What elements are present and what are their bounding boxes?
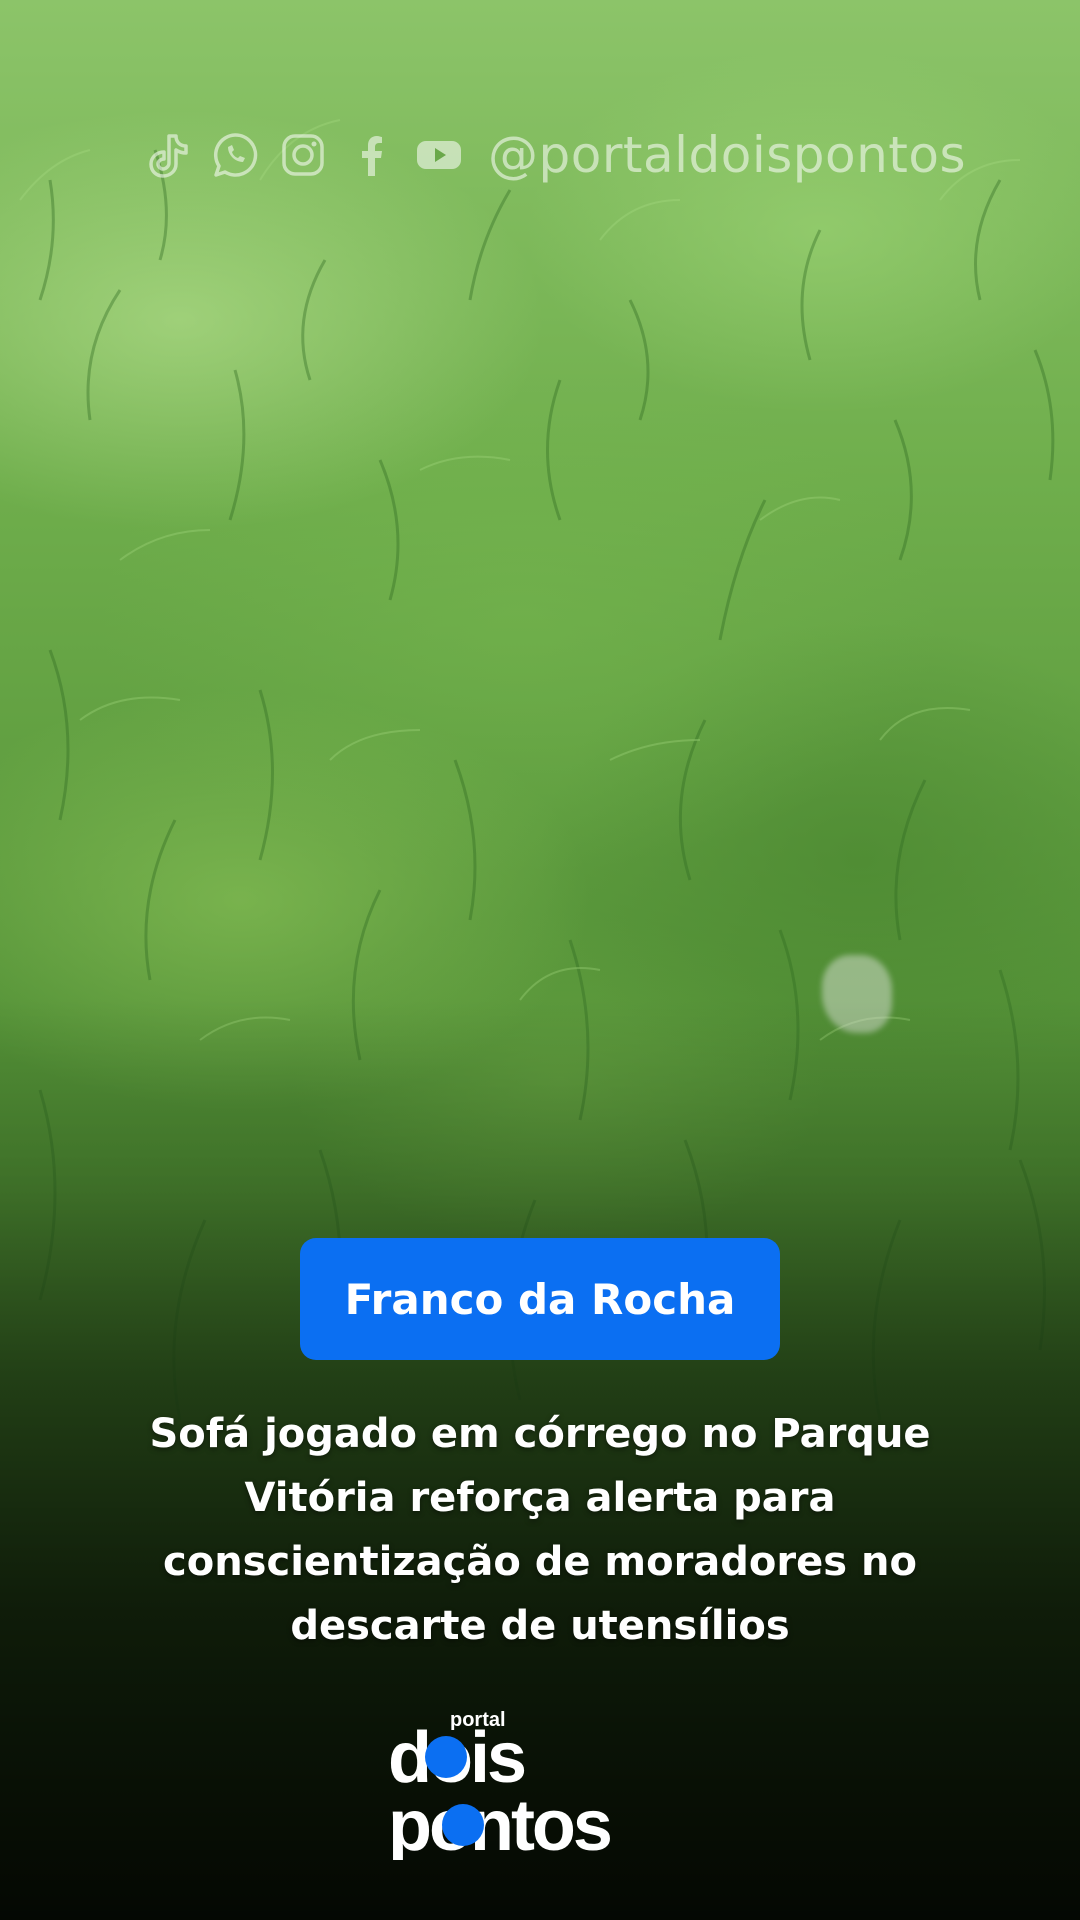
- whatsapp-icon: [208, 128, 262, 182]
- tiktok-icon: [140, 128, 194, 182]
- logo-blue-dot-bottom: [442, 1804, 484, 1846]
- social-watermark: @portaldoispontos: [140, 120, 966, 190]
- youtube-icon: [412, 128, 466, 182]
- social-handle: @portaldoispontos: [488, 126, 967, 184]
- logo-blue-dot-top: [425, 1736, 467, 1778]
- headline-line: descarte de utensílios: [290, 1603, 790, 1649]
- story-frame: @portaldoispontos Franco da Rocha Sofá j…: [0, 0, 1080, 1920]
- headline-line: Sofá jogado em córrego no Parque: [149, 1411, 931, 1457]
- instagram-icon: [276, 128, 330, 182]
- headline-line: Vitória reforça alerta para: [244, 1475, 836, 1521]
- portal-dois-pontos-logo: portal dois pontos: [380, 1700, 720, 1866]
- city-badge: Franco da Rocha: [300, 1238, 780, 1360]
- news-headline: Sofá jogado em córrego no Parque Vitória…: [70, 1402, 1010, 1658]
- headline-line: conscientização de moradores no: [163, 1539, 917, 1585]
- logo-word-bottom: pontos: [388, 1786, 611, 1860]
- facebook-icon: [344, 128, 398, 182]
